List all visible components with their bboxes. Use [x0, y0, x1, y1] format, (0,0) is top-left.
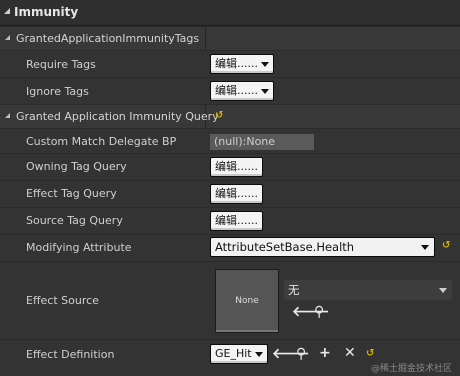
chevron-down-icon	[260, 61, 269, 67]
owning-tag-query-edit-button[interactable]: 编辑......	[210, 157, 263, 177]
effect-definition-combo[interactable]: GE_Hit	[210, 344, 268, 364]
source-tag-query-row: Source Tag Query 编辑......	[0, 207, 460, 234]
modifying-attribute-label: Modifying Attribute	[26, 241, 132, 254]
chevron-down-icon	[254, 351, 263, 357]
owning-tag-query-row: Owning Tag Query 编辑......	[0, 153, 460, 180]
custom-match-label: Custom Match Delegate BP	[26, 135, 177, 148]
reset-to-default-icon[interactable]: ↺	[366, 348, 374, 359]
asset-thumbnail[interactable]: None	[215, 269, 279, 333]
effect-source-value: 无	[288, 283, 300, 297]
chevron-down-icon	[421, 245, 429, 250]
effect-definition-value: GE_Hit	[215, 347, 252, 360]
expand-arrow-icon[interactable]	[5, 113, 10, 118]
reset-to-default-icon[interactable]: ↺	[442, 240, 450, 251]
effect-tag-query-edit-button[interactable]: 编辑......	[210, 184, 263, 204]
source-tag-query-edit-button[interactable]: 编辑......	[210, 211, 263, 231]
category-title: Immunity	[14, 5, 79, 19]
ignore-tags-edit-button[interactable]: 编辑......	[210, 81, 274, 101]
effect-source-label: Effect Source	[26, 294, 99, 307]
ignore-tags-edit-label: 编辑......	[215, 84, 258, 97]
source-tag-query-label: Source Tag Query	[26, 214, 123, 227]
custom-match-field[interactable]: (null):None	[210, 134, 314, 150]
require-tags-edit-button[interactable]: 编辑......	[210, 54, 274, 74]
granted-tags-group-label: GrantedApplicationImmunityTags	[16, 32, 200, 45]
modifying-attribute-row: Modifying Attribute AttributeSetBase.Hea…	[0, 234, 460, 261]
watermark: @稀土掘金技术社区	[370, 364, 452, 374]
owning-tag-query-label: Owning Tag Query	[26, 160, 127, 173]
chevron-down-icon	[439, 288, 447, 293]
effect-tag-query-row: Effect Tag Query 编辑......	[0, 180, 460, 207]
effect-tag-query-label: Effect Tag Query	[26, 187, 117, 200]
require-tags-row: Require Tags 编辑......	[0, 50, 460, 77]
effect-source-row: Effect Source None 无 🡐 ⚲	[0, 261, 460, 339]
chevron-down-icon	[260, 88, 269, 94]
details-panel: Immunity GrantedApplicationImmunityTags …	[0, 0, 460, 376]
modifying-attribute-combo[interactable]: AttributeSetBase.Health	[210, 237, 435, 257]
immunity-query-group-label: Granted Application Immunity Query	[16, 110, 219, 123]
custom-match-row: Custom Match Delegate BP (null):None	[0, 128, 460, 153]
ignore-tags-row: Ignore Tags 编辑......	[0, 77, 460, 104]
immunity-category-header[interactable]: Immunity	[0, 0, 460, 26]
search-icon[interactable]: ⚲	[296, 347, 306, 361]
require-tags-edit-label: 编辑......	[215, 57, 258, 70]
immunity-query-group-row[interactable]: Granted Application Immunity Query ↺	[0, 104, 460, 128]
effect-source-combo[interactable]: 无	[284, 280, 452, 300]
require-tags-label: Require Tags	[26, 58, 96, 71]
expand-arrow-icon[interactable]	[5, 35, 10, 40]
reset-to-default-icon[interactable]: ↺	[215, 110, 223, 121]
add-icon[interactable]: +	[319, 346, 331, 360]
ignore-tags-label: Ignore Tags	[26, 85, 89, 98]
search-icon[interactable]: ⚲	[314, 305, 324, 319]
clear-icon[interactable]: ✕	[344, 346, 356, 360]
granted-tags-group-row[interactable]: GrantedApplicationImmunityTags	[0, 26, 460, 50]
effect-definition-label: Effect Definition	[26, 348, 115, 361]
collapse-arrow-icon[interactable]	[4, 8, 10, 14]
modifying-attribute-value: AttributeSetBase.Health	[215, 240, 355, 254]
